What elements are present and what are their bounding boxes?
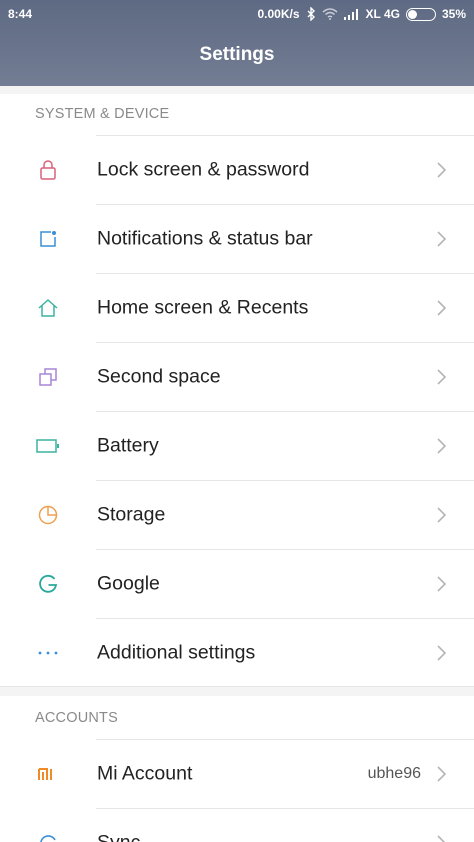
battery-level: 35% (441, 7, 466, 21)
carrier-label: XL 4G (365, 7, 400, 21)
settings-item-second-space[interactable]: Second space (0, 342, 474, 411)
header-gap (0, 86, 474, 94)
settings-item-additional[interactable]: Additional settings (0, 618, 474, 687)
settings-item-home-screen[interactable]: Home screen & Recents (0, 273, 474, 342)
row-divider (96, 411, 474, 412)
row-divider (96, 739, 474, 740)
chevron-right-icon (437, 437, 447, 454)
row-divider (96, 808, 474, 809)
item-label: Battery (97, 434, 159, 456)
lock-icon (36, 158, 60, 182)
chevron-right-icon (437, 299, 447, 316)
settings-item-mi-account[interactable]: Mi Account ubhe96 (0, 739, 474, 808)
network-speed: 0.00K/s (257, 7, 300, 21)
battery-fill (407, 9, 417, 19)
row-divider (96, 342, 474, 343)
status-time: 8:44 (8, 7, 33, 21)
row-divider (96, 135, 474, 136)
sync-icon (36, 831, 60, 842)
wifi-icon (322, 8, 338, 20)
more-icon (36, 641, 60, 665)
item-label: Home screen & Recents (97, 296, 309, 318)
chevron-right-icon (437, 765, 447, 782)
chevron-right-icon (437, 230, 447, 247)
page-title: Settings (199, 44, 275, 65)
app-header: 8:44 0.00K/s XL 4G 35% Settings (0, 0, 474, 86)
item-label: Mi Account (97, 762, 193, 784)
mi-icon (36, 762, 60, 786)
settings-item-google[interactable]: Google (0, 549, 474, 618)
chevron-right-icon (437, 644, 447, 661)
settings-item-notifications[interactable]: Notifications & status bar (0, 204, 474, 273)
signal-icon (343, 8, 360, 20)
status-right-group: 0.00K/s XL 4G 35% (257, 7, 466, 21)
chevron-right-icon (437, 575, 447, 592)
item-label: Additional settings (97, 641, 256, 663)
chevron-right-icon (437, 834, 446, 842)
home-icon (36, 296, 60, 320)
chevron-right-icon (437, 161, 447, 178)
second-space-icon (36, 365, 60, 389)
google-icon (36, 572, 60, 596)
section-separator (0, 686, 474, 696)
settings-item-lock-screen[interactable]: Lock screen & password (0, 135, 474, 204)
status-bar: 8:44 0.00K/s XL 4G 35% (0, 0, 474, 28)
settings-item-sync[interactable]: Sync (0, 808, 474, 842)
bluetooth-icon (306, 7, 316, 21)
notification-icon (36, 227, 60, 251)
battery-icon (36, 434, 60, 458)
item-label: Notifications & status bar (97, 227, 313, 249)
section-header-accounts: ACCOUNTS (35, 710, 118, 726)
storage-icon (36, 503, 60, 527)
item-label: Google (97, 572, 160, 594)
account-username: ubhe96 (367, 764, 421, 782)
settings-item-storage[interactable]: Storage (0, 480, 474, 549)
item-label: Second space (97, 365, 221, 387)
chevron-right-icon (437, 506, 447, 523)
chevron-right-icon (437, 368, 447, 385)
item-label: Lock screen & password (97, 158, 310, 180)
row-divider (96, 549, 474, 550)
row-divider (96, 204, 474, 205)
settings-item-battery[interactable]: Battery (0, 411, 474, 480)
item-label: Sync (97, 831, 141, 842)
battery-status-icon (405, 7, 436, 21)
section-header-system: SYSTEM & DEVICE (35, 106, 170, 122)
row-divider (96, 273, 474, 274)
item-label: Storage (97, 503, 166, 525)
row-divider (96, 480, 474, 481)
row-divider (96, 618, 474, 619)
